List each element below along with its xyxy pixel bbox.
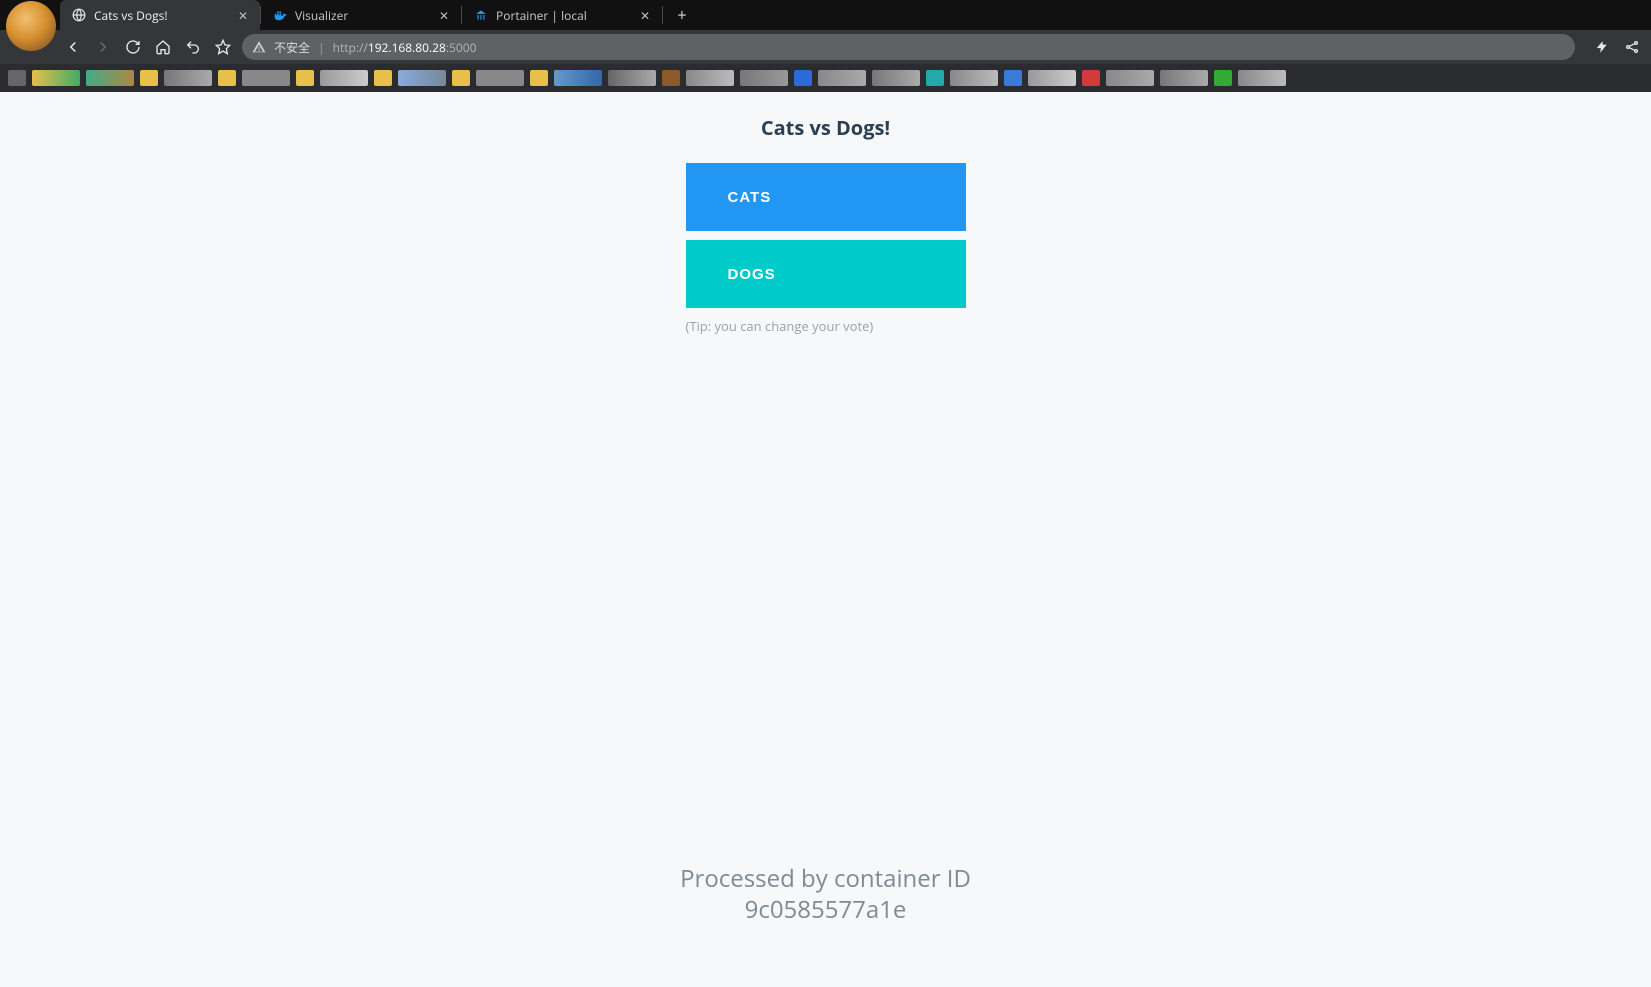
- bookmark-item[interactable]: [296, 70, 314, 86]
- bookmark-item[interactable]: [554, 70, 602, 86]
- bolt-icon[interactable]: [1593, 38, 1611, 56]
- bookmark-item[interactable]: [1214, 70, 1232, 86]
- bookmark-item[interactable]: [818, 70, 866, 86]
- url-port: :5000: [446, 39, 477, 56]
- tab-title: Visualizer: [295, 7, 429, 24]
- bookmark-item[interactable]: [662, 70, 680, 86]
- bookmark-item[interactable]: [374, 70, 392, 86]
- portainer-icon: [474, 8, 488, 22]
- toolbar: 不安全 | http:// 192.168.80.28 :5000: [0, 30, 1651, 64]
- tab-portainer[interactable]: Portainer | local ✕: [462, 0, 662, 30]
- bookmark-item[interactable]: [740, 70, 788, 86]
- address-url: http:// 192.168.80.28 :5000: [333, 39, 477, 56]
- share-icon[interactable]: [1623, 38, 1641, 56]
- bookmark-item[interactable]: [608, 70, 656, 86]
- tab-title: Cats vs Dogs!: [94, 7, 228, 24]
- whale-icon: [273, 8, 287, 22]
- reload-button[interactable]: [124, 38, 142, 56]
- bookmark-item[interactable]: [242, 70, 290, 86]
- address-bar[interactable]: 不安全 | http:// 192.168.80.28 :5000: [242, 34, 1575, 60]
- forward-button[interactable]: [94, 38, 112, 56]
- page-content: Cats vs Dogs! CATS DOGS (Tip: you can ch…: [0, 92, 1651, 987]
- home-button[interactable]: [154, 38, 172, 56]
- bookmark-item[interactable]: [1028, 70, 1076, 86]
- bookmark-item[interactable]: [218, 70, 236, 86]
- bookmarks-bar[interactable]: [0, 64, 1651, 92]
- page-title: Cats vs Dogs!: [686, 114, 966, 141]
- bookmark-item[interactable]: [1082, 70, 1100, 86]
- url-host: 192.168.80.28: [368, 39, 446, 56]
- tab-visualizer[interactable]: Visualizer ✕: [261, 0, 461, 30]
- bookmark-item[interactable]: [140, 70, 158, 86]
- bookmark-item[interactable]: [872, 70, 920, 86]
- footer: Processed by container ID 9c0585577a1e: [0, 863, 1651, 925]
- new-tab-button[interactable]: +: [669, 2, 695, 28]
- close-icon[interactable]: ✕: [638, 8, 652, 22]
- vote-dogs-button[interactable]: DOGS: [686, 240, 966, 308]
- bookmark-item[interactable]: [686, 70, 734, 86]
- bookmark-item[interactable]: [1004, 70, 1022, 86]
- footer-line2: 9c0585577a1e: [0, 894, 1651, 925]
- bookmark-item[interactable]: [86, 70, 134, 86]
- bookmark-item[interactable]: [8, 70, 26, 86]
- bookmark-item[interactable]: [320, 70, 368, 86]
- nav-buttons: [64, 38, 232, 56]
- bookmark-item[interactable]: [794, 70, 812, 86]
- star-icon[interactable]: [214, 38, 232, 56]
- bookmark-item[interactable]: [452, 70, 470, 86]
- browser-chrome: Cats vs Dogs! ✕ Visualizer ✕ Portainer |…: [0, 0, 1651, 92]
- avatar[interactable]: [6, 1, 56, 51]
- bookmark-item[interactable]: [164, 70, 212, 86]
- close-icon[interactable]: ✕: [236, 8, 250, 22]
- tab-title: Portainer | local: [496, 7, 630, 24]
- footer-line1: Processed by container ID: [0, 863, 1651, 894]
- vote-panel: Cats vs Dogs! CATS DOGS (Tip: you can ch…: [686, 92, 966, 335]
- bookmark-item[interactable]: [398, 70, 446, 86]
- security-label: 不安全: [274, 39, 310, 56]
- close-icon[interactable]: ✕: [437, 8, 451, 22]
- bookmark-item[interactable]: [530, 70, 548, 86]
- bookmark-item[interactable]: [950, 70, 998, 86]
- bookmark-item[interactable]: [1160, 70, 1208, 86]
- undo-button[interactable]: [184, 38, 202, 56]
- bookmark-item[interactable]: [32, 70, 80, 86]
- globe-icon: [72, 8, 86, 22]
- vote-cats-button[interactable]: CATS: [686, 163, 966, 231]
- address-separator: |: [318, 39, 325, 56]
- tip-text: (Tip: you can change your vote): [686, 317, 966, 335]
- tab-separator: [662, 6, 663, 24]
- tab-cats-vs-dogs[interactable]: Cats vs Dogs! ✕: [60, 0, 260, 30]
- bookmark-item[interactable]: [926, 70, 944, 86]
- back-button[interactable]: [64, 38, 82, 56]
- warning-icon: [252, 40, 266, 54]
- bookmark-item[interactable]: [1106, 70, 1154, 86]
- toolbar-right: [1593, 38, 1641, 56]
- bookmark-item[interactable]: [1238, 70, 1286, 86]
- tab-strip: Cats vs Dogs! ✕ Visualizer ✕ Portainer |…: [0, 0, 1651, 30]
- url-scheme: http://: [333, 39, 368, 56]
- bookmark-item[interactable]: [476, 70, 524, 86]
